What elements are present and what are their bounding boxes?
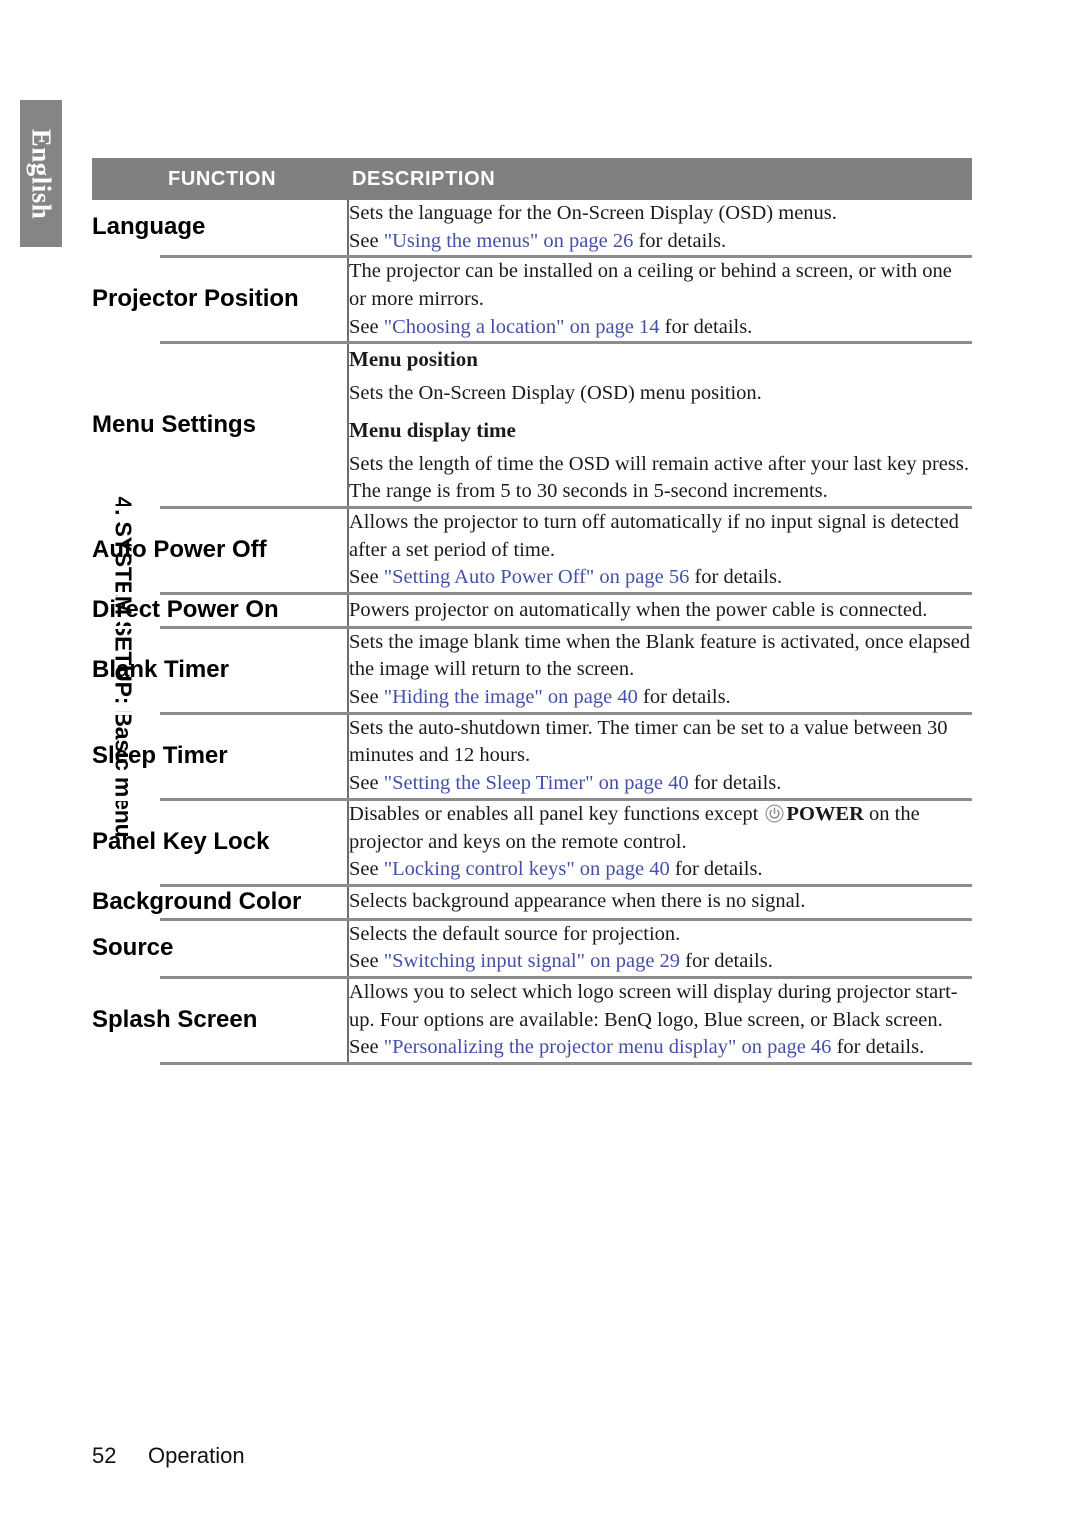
description-line: See "Hiding the image" on page 40 for de… — [349, 686, 731, 709]
table-row: Background Color Selects background appe… — [92, 885, 972, 921]
language-tab: English — [20, 100, 62, 247]
cross-reference-link[interactable]: "Switching input signal" on page 29 — [384, 950, 680, 972]
description-cell: Sets the auto-shutdown timer. The timer … — [348, 713, 972, 801]
function-name: Language — [92, 200, 349, 259]
description-cell: Sets the language for the On-Screen Disp… — [348, 200, 972, 259]
description-line: Allows you to select which logo screen w… — [349, 980, 958, 1031]
description-line: See "Setting Auto Power Off" on page 56 … — [349, 566, 783, 589]
function-name: Source — [92, 919, 349, 979]
description-line: Sets the On-Screen Display (OSD) menu po… — [349, 381, 762, 404]
description-line: See "Setting the Sleep Timer" on page 40… — [349, 772, 782, 795]
cross-reference-link[interactable]: "Setting the Sleep Timer" on page 40 — [384, 772, 689, 794]
cross-reference-link[interactable]: "Personalizing the projector menu displa… — [384, 1036, 832, 1058]
cross-reference-link[interactable]: "Locking control keys" on page 40 — [384, 858, 670, 880]
function-name: Splash Screen — [92, 977, 349, 1065]
description-line: Sets the language for the On-Screen Disp… — [349, 202, 837, 224]
language-tab-label: English — [26, 128, 57, 219]
cross-reference-link[interactable]: "Setting Auto Power Off" on page 56 — [384, 566, 690, 588]
description-subheading: Menu position — [349, 347, 478, 372]
table-row: Blank Timer Sets the image blank time wh… — [92, 627, 972, 715]
footer-section-label: Operation — [148, 1443, 245, 1468]
function-name: Auto Power Off — [92, 507, 349, 596]
description-line: See "Choosing a location" on page 14 for… — [349, 315, 753, 338]
description-line: See "Using the menus" on page 26 for det… — [349, 229, 727, 252]
description-line: Sets the auto-shutdown timer. The timer … — [349, 716, 948, 767]
cross-reference-link[interactable]: "Hiding the image" on page 40 — [384, 686, 638, 708]
function-description-table: FUNCTION DESCRIPTION Language Sets the l… — [92, 158, 972, 1065]
description-cell: Allows the projector to turn off automat… — [348, 507, 972, 596]
table-row: Auto Power Off Allows the projector to t… — [92, 507, 972, 596]
table-row: Menu Settings Menu position Sets the On-… — [92, 342, 972, 510]
description-subheading: Menu display time — [349, 418, 516, 443]
description-cell: Powers projector on automatically when t… — [348, 593, 972, 629]
table-body: Language Sets the language for the On-Sc… — [92, 200, 972, 1065]
function-name: Background Color — [92, 885, 349, 921]
function-name: Direct Power On — [92, 593, 349, 629]
description-cell: Sets the image blank time when the Blank… — [348, 627, 972, 715]
description-line: Selects background appearance when there… — [349, 890, 806, 913]
description-cell: Allows you to select which logo screen w… — [348, 977, 972, 1065]
page-number: 52 — [92, 1443, 117, 1468]
table-row: Panel Key Lock Disables or enables all p… — [92, 799, 972, 887]
table-row: Language Sets the language for the On-Sc… — [92, 200, 972, 259]
description-cell: The projector can be installed on a ceil… — [348, 256, 972, 345]
page-footer: 52 Operation — [92, 1443, 245, 1469]
description-line: Sets the length of time the OSD will rem… — [349, 452, 969, 503]
function-name: Blank Timer — [92, 627, 349, 715]
description-line: See "Personalizing the projector menu di… — [349, 1036, 925, 1059]
description-line: Powers projector on automatically when t… — [349, 598, 928, 621]
column-header-description: DESCRIPTION — [352, 168, 496, 190]
table-row: Source Selects the default source for pr… — [92, 919, 972, 979]
function-name: Sleep Timer — [92, 713, 349, 801]
power-icon — [765, 804, 784, 823]
table-rows-container: Language Sets the language for the On-Sc… — [92, 200, 972, 1065]
table-header-row: FUNCTION DESCRIPTION — [92, 158, 972, 200]
function-name: Panel Key Lock — [92, 799, 349, 887]
cross-reference-link[interactable]: "Using the menus" on page 26 — [384, 230, 634, 252]
description-line: Allows the projector to turn off automat… — [349, 511, 959, 561]
description-line: See "Locking control keys" on page 40 fo… — [349, 858, 763, 881]
description-line: Disables or enables all panel key functi… — [349, 802, 920, 853]
table-row: Projector Position The projector can be … — [92, 256, 972, 345]
table-row: Sleep Timer Sets the auto-shutdown timer… — [92, 713, 972, 801]
function-name: Menu Settings — [92, 342, 349, 510]
table-row: Splash Screen Allows you to select which… — [92, 977, 972, 1065]
description-line: Sets the image blank time when the Blank… — [349, 630, 971, 681]
function-name: Projector Position — [92, 256, 349, 345]
description-line: Selects the default source for projectio… — [349, 922, 681, 945]
cross-reference-link[interactable]: "Choosing a location" on page 14 — [384, 316, 660, 338]
description-cell: Disables or enables all panel key functi… — [348, 799, 972, 887]
power-label: POWER — [786, 802, 864, 825]
description-cell: Selects background appearance when there… — [348, 885, 972, 921]
description-cell: Menu position Sets the On-Screen Display… — [348, 342, 972, 510]
column-header-function: FUNCTION — [168, 168, 277, 190]
description-line: The projector can be installed on a ceil… — [349, 260, 952, 311]
table-row: Direct Power On Powers projector on auto… — [92, 593, 972, 629]
description-line: See "Switching input signal" on page 29 … — [349, 950, 773, 973]
description-cell: Selects the default source for projectio… — [348, 919, 972, 979]
